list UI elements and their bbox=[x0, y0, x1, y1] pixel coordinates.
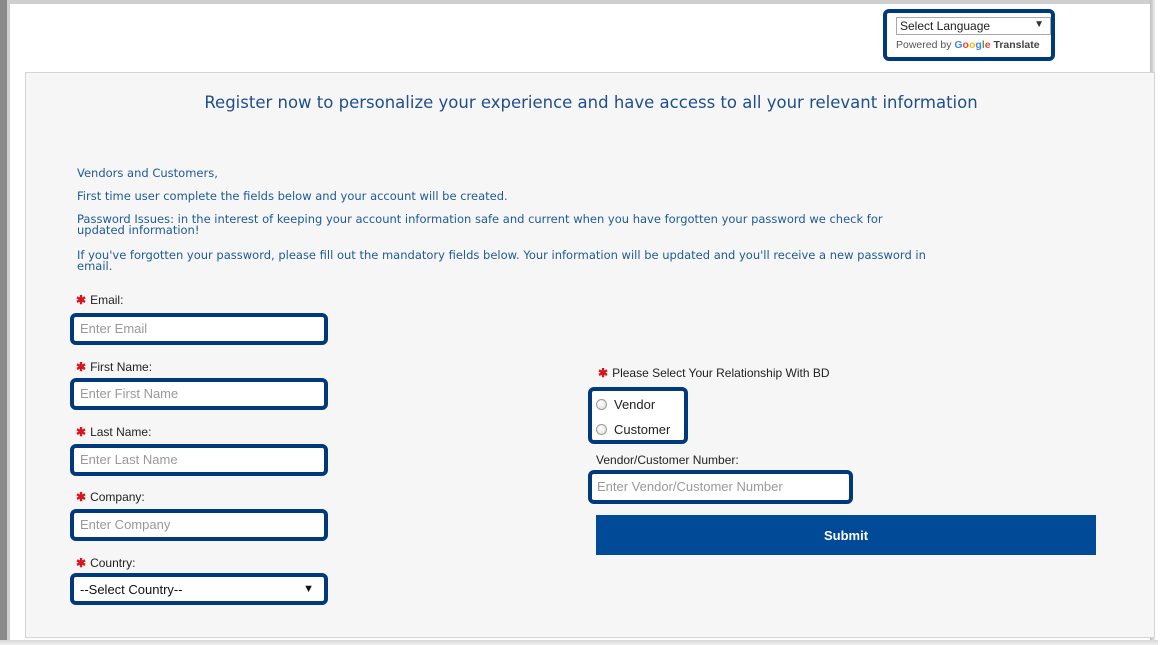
radio-button-icon[interactable] bbox=[596, 399, 607, 410]
first-name-label: ✱ First Name: bbox=[76, 360, 153, 374]
radio-customer[interactable]: Customer bbox=[596, 422, 670, 437]
translate-link[interactable]: Translate bbox=[994, 39, 1040, 51]
translate-widget: Select Language ▼ Powered by Google Tran… bbox=[883, 9, 1055, 61]
email-label: ✱ Email: bbox=[76, 293, 124, 307]
window-frame-bottom bbox=[0, 640, 1158, 645]
country-label: ✱ Country: bbox=[76, 556, 136, 570]
first-name-field[interactable]: Enter First Name bbox=[70, 378, 328, 410]
company-field[interactable]: Enter Company bbox=[70, 509, 328, 541]
relationship-radio-group: Vendor Customer bbox=[588, 387, 688, 444]
required-icon: ✱ bbox=[76, 293, 87, 307]
intro-greeting: Vendors and Customers, bbox=[77, 166, 218, 180]
chevron-down-icon: ▼ bbox=[1034, 19, 1044, 30]
window-frame-top bbox=[0, 0, 1150, 4]
page-title: Register now to personalize your experie… bbox=[204, 93, 978, 112]
relationship-label: ✱ Please Select Your Relationship With BD bbox=[598, 366, 830, 380]
intro-first-time: First time user complete the fields belo… bbox=[77, 189, 508, 203]
email-field[interactable]: Enter Email bbox=[70, 313, 328, 345]
chevron-down-icon: ▼ bbox=[303, 583, 314, 595]
radio-button-icon[interactable] bbox=[596, 424, 607, 435]
last-name-field[interactable]: Enter Last Name bbox=[70, 444, 328, 476]
required-icon: ✱ bbox=[76, 360, 87, 374]
language-select[interactable]: Select Language ▼ bbox=[896, 17, 1051, 35]
required-icon: ✱ bbox=[76, 425, 87, 439]
google-logo[interactable]: Google bbox=[954, 39, 990, 51]
submit-button[interactable]: Submit bbox=[596, 515, 1096, 555]
company-label: ✱ Company: bbox=[76, 490, 145, 504]
vendor-number-label: Vendor/Customer Number: bbox=[596, 453, 739, 467]
powered-by-google: Powered by Google Translate bbox=[896, 39, 1051, 51]
window-frame-left bbox=[0, 0, 10, 645]
required-icon: ✱ bbox=[76, 556, 87, 570]
intro-forgot-password: If you've forgotten your password, pleas… bbox=[77, 248, 926, 273]
language-select-value: Select Language bbox=[900, 19, 991, 33]
radio-vendor[interactable]: Vendor bbox=[596, 397, 655, 412]
intro-password-issues: Password Issues: in the interest of keep… bbox=[77, 212, 883, 237]
required-icon: ✱ bbox=[76, 490, 87, 504]
last-name-label: ✱ Last Name: bbox=[76, 425, 152, 439]
required-icon: ✱ bbox=[598, 366, 609, 380]
country-select-value: --Select Country-- bbox=[80, 582, 183, 597]
country-select[interactable]: --Select Country-- ▼ bbox=[70, 573, 328, 605]
vendor-number-field[interactable]: Enter Vendor/Customer Number bbox=[588, 470, 853, 504]
powered-by-text: Powered by bbox=[896, 39, 952, 51]
